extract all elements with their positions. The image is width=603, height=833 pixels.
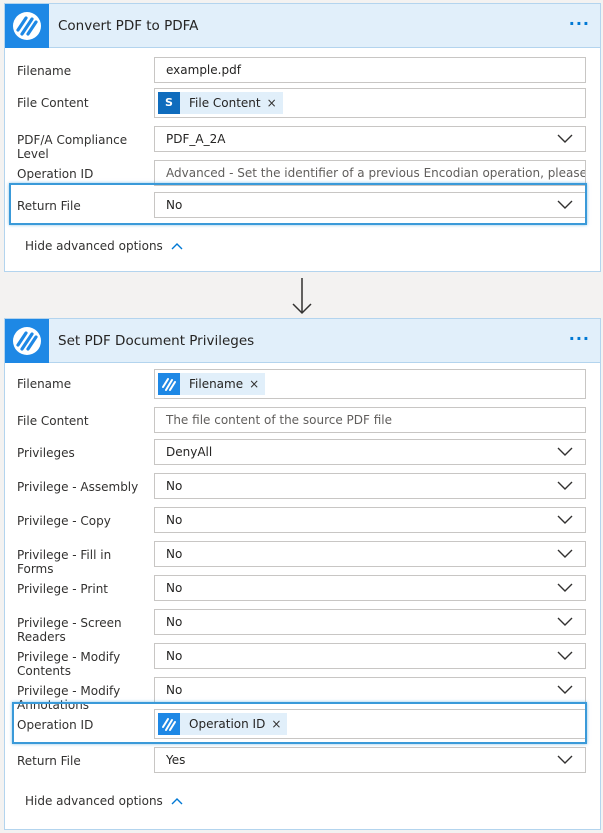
card-header[interactable]: Set PDF Document Privileges ···: [5, 319, 600, 363]
chevron-down-icon: [557, 610, 573, 634]
privilege-modify-contents-value: No: [166, 649, 183, 663]
privilege-fill-forms-dropdown[interactable]: No: [154, 541, 586, 567]
card-header[interactable]: Convert PDF to PDFA ···: [5, 4, 600, 48]
compliance-level-label: PDF/A Compliance Level: [17, 133, 128, 161]
more-options-button[interactable]: ···: [569, 319, 590, 359]
privilege-fill-forms-label: Privilege - Fill in Forms: [17, 548, 112, 576]
privilege-modify-annotations-label: Privilege - Modify Annotations: [17, 684, 121, 712]
hide-advanced-options-label: Hide advanced options: [25, 794, 163, 808]
more-options-button[interactable]: ···: [569, 4, 590, 44]
operation-id-label: Operation ID: [17, 718, 149, 732]
chevron-down-icon: [557, 678, 573, 702]
privilege-modify-annotations-value: No: [166, 683, 183, 697]
privilege-copy-dropdown[interactable]: No: [154, 507, 586, 533]
privilege-copy-label: Privilege - Copy: [17, 514, 111, 528]
hide-advanced-options-link[interactable]: Hide advanced options: [25, 239, 183, 253]
file-content-label: File Content: [17, 96, 89, 110]
hide-advanced-options-link[interactable]: Hide advanced options: [25, 794, 183, 808]
return-file-label: Return File: [17, 199, 81, 213]
token-label: File Content: [189, 96, 261, 110]
privilege-screen-readers-value: No: [166, 615, 183, 629]
chevron-down-icon: [557, 644, 573, 668]
chevron-down-icon: [557, 474, 573, 498]
card-title: Convert PDF to PDFA: [58, 18, 199, 34]
operation-id-input[interactable]: Advanced - Set the identifier of a previ…: [154, 160, 586, 186]
chevron-down-icon: [557, 542, 573, 566]
token-label: Filename: [189, 377, 244, 391]
privilege-print-dropdown[interactable]: No: [154, 575, 586, 601]
hide-advanced-options-label: Hide advanced options: [25, 239, 163, 253]
remove-token-button[interactable]: ×: [271, 710, 281, 738]
filename-label: Filename: [17, 64, 72, 78]
filename-label: Filename: [17, 377, 72, 391]
chevron-down-icon: [557, 440, 573, 464]
return-file-value: Yes: [166, 753, 186, 767]
privilege-modify-contents-dropdown[interactable]: No: [154, 643, 586, 669]
chevron-up-icon: [171, 798, 183, 805]
privilege-fill-forms-value: No: [166, 547, 183, 561]
encodian-logo-icon: [5, 4, 49, 48]
filename-token[interactable]: Filename ×: [158, 370, 266, 398]
privilege-assembly-dropdown[interactable]: No: [154, 473, 586, 499]
privilege-print-label: Privilege - Print: [17, 582, 109, 596]
privilege-modify-annotations-dropdown[interactable]: No: [154, 677, 586, 703]
operation-id-label: Operation ID: [17, 167, 94, 181]
set-pdf-document-privileges-card: Set PDF Document Privileges ··· Filename…: [4, 318, 601, 830]
encodian-logo-icon: [5, 319, 49, 363]
remove-token-button[interactable]: ×: [267, 89, 277, 117]
chevron-down-icon: [557, 576, 573, 600]
return-file-value: No: [166, 198, 183, 212]
privilege-copy-value: No: [166, 513, 183, 527]
convert-pdf-to-pdfa-card: Convert PDF to PDFA ··· Filename example…: [4, 3, 601, 272]
file-content-label: File Content: [17, 414, 89, 428]
file-content-token[interactable]: S File Content ×: [158, 92, 283, 114]
privilege-modify-contents-label: Privilege - Modify Contents: [17, 650, 121, 678]
privilege-print-value: No: [166, 581, 183, 595]
file-content-input[interactable]: The file content of the source PDF file: [154, 407, 586, 433]
operation-id-token[interactable]: Operation ID ×: [158, 710, 288, 738]
return-file-label: Return File: [17, 754, 81, 768]
chevron-down-icon: [557, 748, 573, 772]
encodian-icon: [158, 713, 180, 735]
remove-token-button[interactable]: ×: [249, 370, 259, 398]
sharepoint-icon: S: [158, 92, 180, 114]
chevron-down-icon: [557, 127, 573, 151]
privilege-screen-readers-label: Privilege - Screen Readers: [17, 616, 122, 644]
card-title: Set PDF Document Privileges: [58, 333, 255, 349]
chevron-down-icon: [557, 508, 573, 532]
return-file-dropdown[interactable]: Yes: [154, 747, 586, 773]
operation-id-input[interactable]: Operation ID ×: [154, 709, 586, 739]
encodian-icon: [158, 373, 180, 395]
privileges-label: Privileges: [17, 446, 75, 460]
privilege-assembly-value: No: [166, 479, 183, 493]
token-label: Operation ID: [189, 717, 266, 731]
compliance-level-dropdown[interactable]: PDF_A_2A: [154, 126, 586, 152]
privileges-value: DenyAll: [166, 445, 213, 459]
chevron-down-icon: [557, 193, 573, 217]
compliance-level-value: PDF_A_2A: [166, 132, 226, 146]
arrow-down-icon: [290, 276, 314, 319]
privilege-screen-readers-dropdown[interactable]: No: [154, 609, 586, 635]
filename-input[interactable]: example.pdf: [154, 57, 586, 83]
privileges-dropdown[interactable]: DenyAll: [154, 439, 586, 465]
chevron-up-icon: [171, 243, 183, 250]
filename-input[interactable]: Filename ×: [154, 369, 586, 399]
privilege-assembly-label: Privilege - Assembly: [17, 480, 139, 494]
file-content-input[interactable]: S File Content ×: [154, 88, 586, 118]
return-file-dropdown[interactable]: No: [154, 192, 586, 218]
